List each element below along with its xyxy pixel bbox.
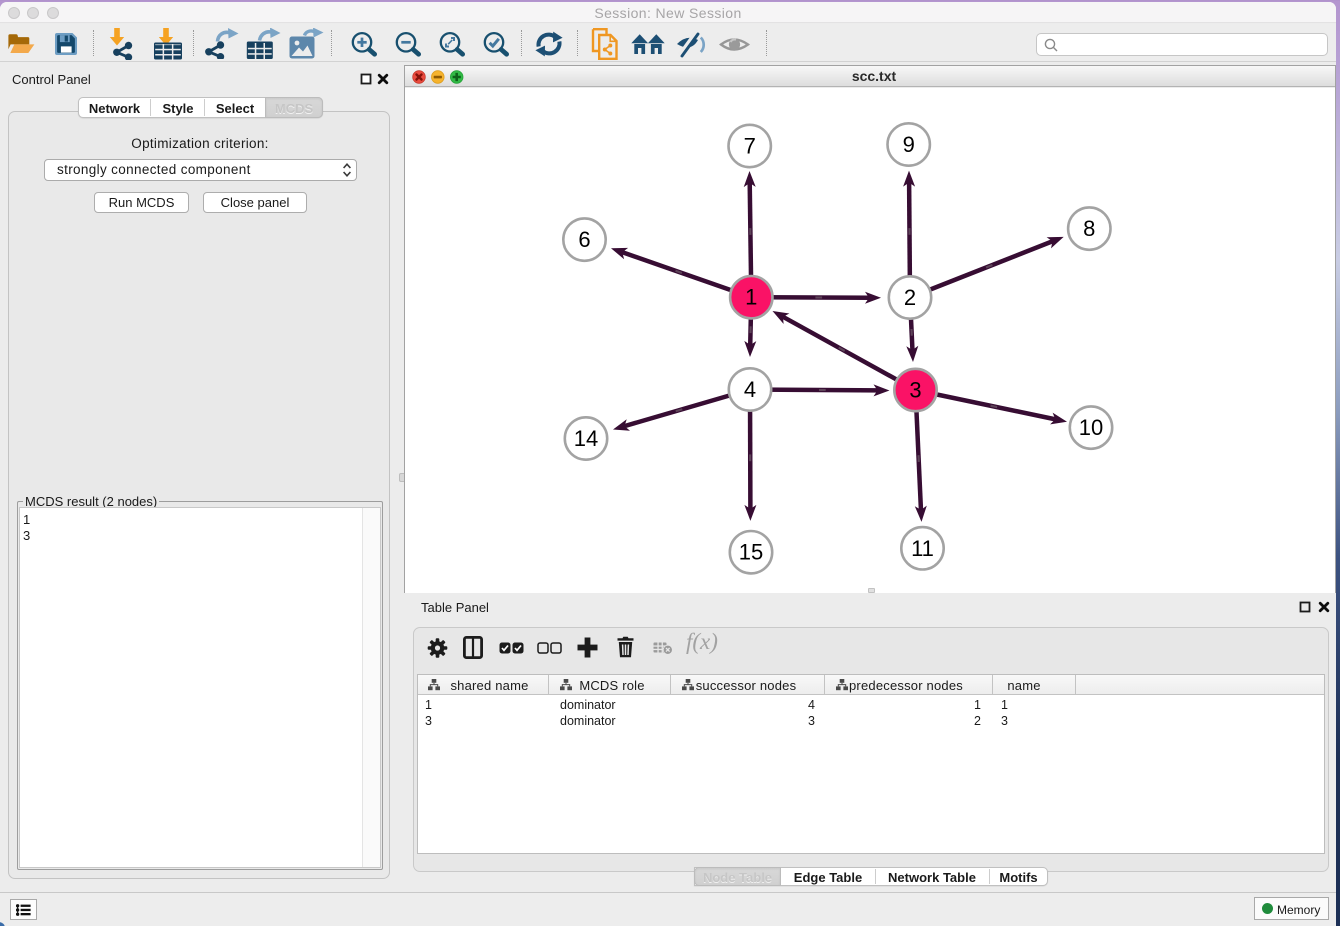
- svg-text:1: 1: [745, 285, 757, 310]
- svg-text:11: 11: [911, 536, 934, 561]
- svg-text:9: 9: [903, 132, 915, 157]
- svg-text:14: 14: [574, 426, 598, 451]
- svg-text:2: 2: [904, 285, 916, 310]
- svg-text:10: 10: [1079, 415, 1103, 440]
- svg-text:3: 3: [909, 378, 921, 403]
- svg-text:6: 6: [578, 227, 590, 252]
- svg-text:7: 7: [744, 134, 756, 159]
- svg-text:8: 8: [1083, 216, 1095, 241]
- svg-text:4: 4: [744, 377, 756, 402]
- svg-text:15: 15: [739, 540, 763, 565]
